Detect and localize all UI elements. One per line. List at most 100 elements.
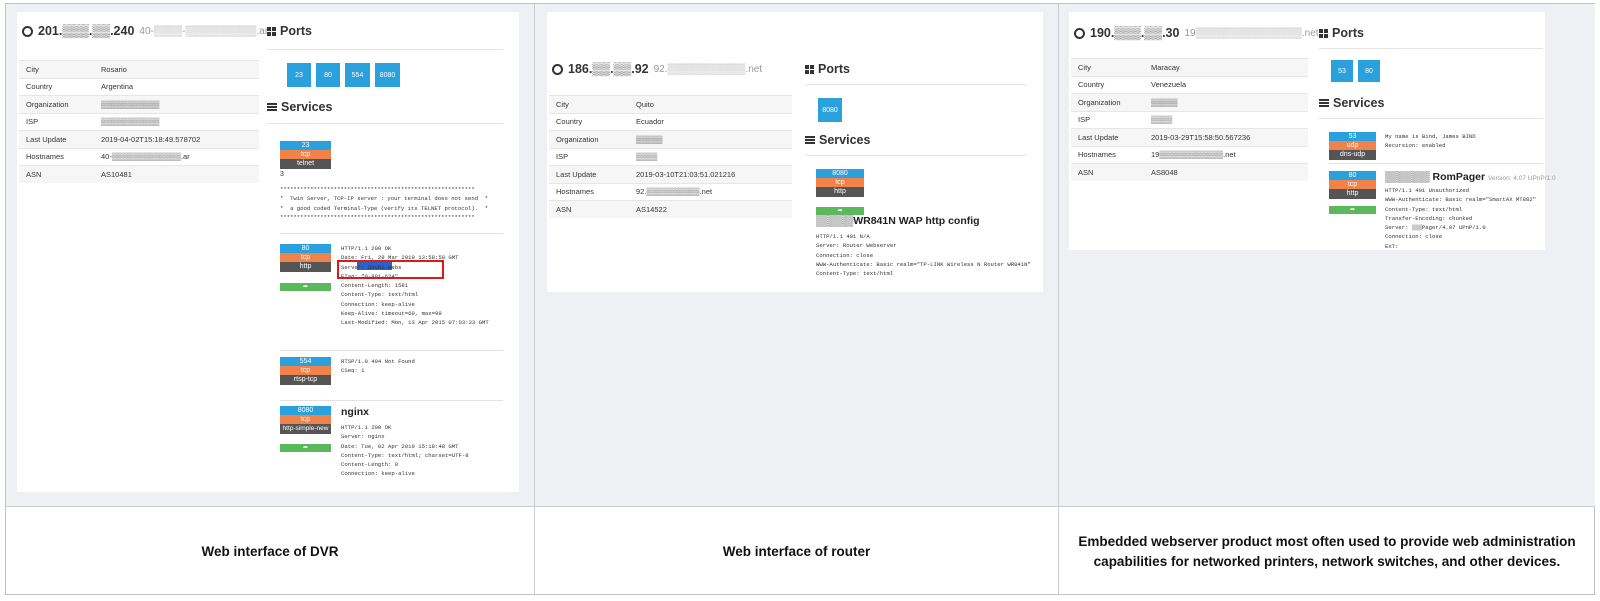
- table-row: Country Venezuela: [1071, 76, 1308, 94]
- info-label: Organization: [556, 134, 599, 144]
- port-chip[interactable]: 8080: [818, 98, 842, 122]
- open-link-button[interactable]: ➦: [280, 283, 331, 291]
- info-value: 19▒▒▒▒▒▒▒▒▒▒▒▒.net: [1151, 150, 1236, 160]
- service-name: rtsp-tcp: [280, 375, 331, 385]
- ports-heading: Ports: [267, 24, 312, 38]
- info-label: ISP: [26, 117, 39, 127]
- info-value: Venezuela: [1151, 80, 1187, 90]
- ports-label: Ports: [818, 62, 850, 76]
- service-port: 80: [280, 244, 331, 253]
- ports-label: Ports: [280, 24, 312, 38]
- caption: Web interface of DVR: [201, 543, 339, 559]
- info-table: City Maracay Country Venezuela Organizatio…: [1071, 58, 1308, 181]
- divider: [280, 400, 503, 401]
- info-value: ▒▒▒▒▒: [636, 134, 663, 144]
- table-row: ASN AS14522: [549, 200, 792, 218]
- services-label: Services: [281, 100, 333, 114]
- services-heading: Services: [267, 100, 332, 114]
- divider: [1319, 48, 1543, 49]
- service-proto: tcp: [816, 178, 864, 187]
- info-value: ▒▒▒▒▒: [1151, 97, 1178, 107]
- open-link-button[interactable]: ➦: [816, 207, 864, 215]
- info-label: Organization: [1078, 97, 1121, 107]
- info-label: Country: [556, 117, 583, 127]
- service-title-text: ▒▒▒▒▒▒ RomPager: [1385, 171, 1486, 183]
- shodan-panel-webserver: 190.▒▒▒.▒▒.30 19▒▒▒▒▒▒▒▒▒▒▒▒▒▒▒.net City…: [1069, 12, 1556, 250]
- open-link-button[interactable]: ➦: [1329, 206, 1376, 214]
- services-label: Services: [1333, 96, 1385, 110]
- screenshot-dvr: 201.▒▒▒.▒▒.240 40-▒▒▒▒-▒▒▒▒▒▒▒▒▒▒.ar Cit…: [6, 4, 534, 507]
- info-value: 2019-03-29T15:58:50.567236: [1151, 132, 1251, 142]
- service-banner: HTTP/1.1 200 OK Server: nginx Date: Tue,…: [341, 424, 469, 478]
- open-link-button[interactable]: ➦: [280, 444, 331, 452]
- service-proto: tcp: [1329, 180, 1376, 189]
- services-list-icon: [1319, 99, 1329, 107]
- info-value: ▒▒▒▒: [636, 152, 658, 162]
- service-banner: HTTP/1.1 401 Unauthorized WWW-Authentica…: [1385, 187, 1537, 250]
- info-value: 2019-04-02T15:18:49.578702: [101, 134, 201, 144]
- table-row: Last Update 2019-03-29T15:58:50.567236: [1071, 128, 1308, 146]
- port-chip[interactable]: 80: [316, 63, 340, 87]
- services-list-icon: [805, 136, 815, 144]
- port-chip[interactable]: 23: [287, 63, 311, 87]
- column-router: 186.▒▒.▒▒.92 92.▒▒▒▒▒▒▒▒▒▒▒.net City Quit…: [535, 4, 1059, 594]
- info-value: 40-▒▒▒▒▒▒▒▒▒▒▒▒▒.ar: [101, 152, 190, 162]
- service-badge: 8080 tcp http-simple-new: [280, 406, 331, 434]
- divider: [805, 155, 1027, 156]
- info-label: Hostnames: [1078, 150, 1116, 160]
- host-hostname: 92.▒▒▒▒▒▒▒▒▒▒▒.net: [653, 63, 763, 75]
- table-row: Country Ecuador: [549, 113, 792, 131]
- port-chip[interactable]: 8080: [375, 63, 400, 87]
- caption: Web interface of router: [722, 543, 871, 559]
- info-value: Ecuador: [636, 117, 664, 127]
- info-value: Quito: [636, 99, 654, 109]
- divider: [267, 49, 503, 50]
- host-hostname: 40-▒▒▒▒-▒▒▒▒▒▒▒▒▒▒.ar: [139, 25, 269, 37]
- info-value: AS14522: [636, 205, 667, 214]
- port-chip[interactable]: 554: [345, 63, 370, 87]
- service-title: ▒▒▒▒▒▒ RomPager Version: 4.07 UPnP/1.0: [1385, 171, 1556, 183]
- column-webserver: 190.▒▒▒.▒▒.30 19▒▒▒▒▒▒▒▒▒▒▒▒▒▒▒.net City…: [1059, 4, 1595, 594]
- service-badge: 23 tcp telnet: [280, 141, 331, 169]
- service-badge: 80 tcp http: [1329, 171, 1376, 199]
- ports-label: Ports: [1332, 26, 1364, 40]
- info-value: Maracay: [1151, 62, 1180, 72]
- service-port: 8080: [280, 406, 331, 415]
- service-proto: tcp: [280, 415, 331, 424]
- info-label: ASN: [26, 170, 42, 179]
- port-chip[interactable]: 80: [1358, 60, 1380, 82]
- ports-heading: Ports: [1319, 26, 1364, 40]
- service-port: 80: [1329, 171, 1376, 180]
- services-label: Services: [819, 133, 871, 147]
- table-row: Hostnames 19▒▒▒▒▒▒▒▒▒▒▒▒.net: [1071, 146, 1308, 164]
- services-heading: Services: [1319, 96, 1384, 110]
- host-ip: 190.▒▒▒.▒▒.30: [1090, 26, 1180, 40]
- service-proto: tcp: [280, 150, 331, 159]
- screenshot-router: 186.▒▒.▒▒.92 92.▒▒▒▒▒▒▒▒▒▒▒.net City Quit…: [535, 4, 1058, 507]
- service-name: http: [1329, 189, 1376, 199]
- port-chip[interactable]: 53: [1331, 60, 1353, 82]
- service-version: Version: 4.07 UPnP/1.0: [1488, 175, 1556, 182]
- info-label: City: [556, 99, 569, 109]
- service-proto: tcp: [280, 253, 331, 262]
- info-label: ASN: [1078, 168, 1094, 177]
- table-row: Last Update 2019-03-10T21:03:51.021216: [549, 165, 792, 183]
- service-title: nginx: [341, 406, 369, 418]
- service-banner: RTSP/1.0 404 Not Found CSeq: 1: [341, 358, 415, 375]
- info-table: City Quito Country Ecuador Organization ▒▒▒…: [549, 95, 792, 218]
- service-banner: My name is Bind, James BIND Recursion: e…: [1385, 133, 1476, 150]
- share-arrow-icon: ➦: [1349, 207, 1356, 213]
- info-label: ASN: [556, 205, 572, 214]
- host-header: 190.▒▒▒.▒▒.30 19▒▒▒▒▒▒▒▒▒▒▒▒▒▒▒.net: [1074, 26, 1319, 40]
- ports-grid-icon: [267, 26, 276, 36]
- service-port: 8080: [816, 169, 864, 178]
- ports-grid-icon: [805, 64, 814, 74]
- info-value: 2019-03-10T21:03:51.021216: [636, 169, 736, 179]
- service-proto: tcp: [280, 366, 331, 375]
- info-label: Country: [1078, 80, 1105, 90]
- table-row: Organization ▒▒▒▒▒: [1071, 93, 1308, 111]
- table-row: ASN AS8048: [1071, 163, 1308, 181]
- table-row: ISP ▒▒▒▒▒▒▒▒▒▒▒: [19, 113, 259, 131]
- share-arrow-icon: ➦: [837, 208, 843, 214]
- shodan-panel-dvr: 201.▒▒▒.▒▒.240 40-▒▒▒▒-▒▒▒▒▒▒▒▒▒▒.ar Cit…: [17, 12, 519, 492]
